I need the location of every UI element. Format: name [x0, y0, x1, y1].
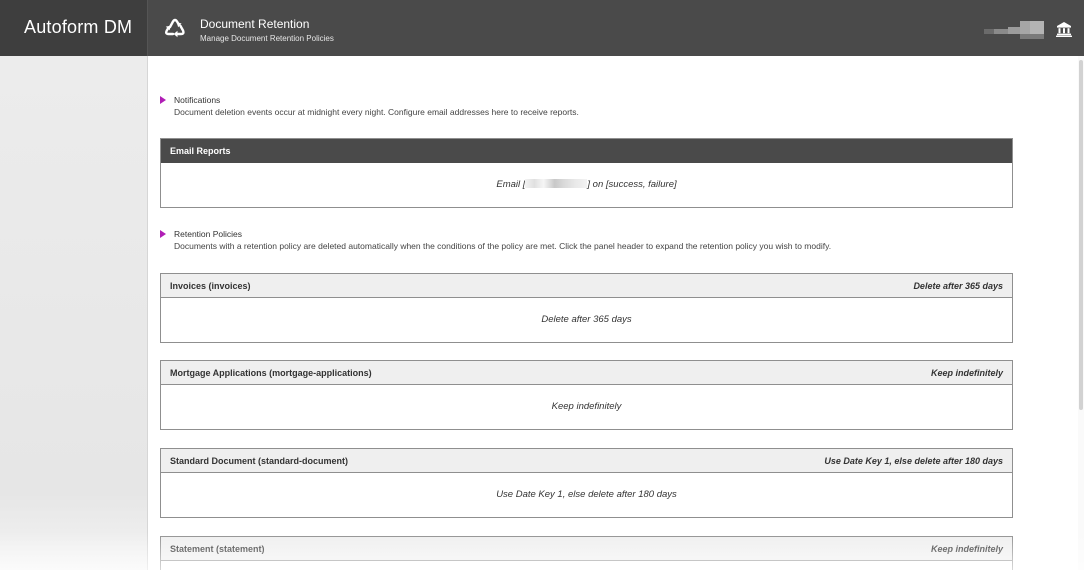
policy-summary: Keep indefinitely: [930, 544, 1003, 554]
retention-title: Retention Policies: [174, 229, 243, 239]
caret-right-icon: [160, 230, 166, 238]
policy-summary: Keep indefinitely: [930, 368, 1003, 378]
policy-header[interactable]: Invoices (invoices) Delete after 365 day…: [161, 274, 1012, 298]
brand-logo[interactable]: Autoform DM: [0, 0, 148, 56]
policy-name: Statement (statement): [170, 544, 265, 554]
page-scrollbar[interactable]: [1078, 56, 1084, 570]
caret-right-icon: [160, 96, 166, 104]
policy-header[interactable]: Standard Document (standard-document) Us…: [161, 449, 1012, 473]
policy-body: Delete after 365 days: [161, 298, 1012, 342]
email-reports-header[interactable]: Email Reports: [161, 139, 1012, 163]
email-reports-title: Email Reports: [170, 146, 231, 156]
email-report-rule: Email [ ] on [success, failure]: [161, 179, 1012, 190]
bank-icon[interactable]: [1056, 21, 1072, 37]
page-subtitle: Manage Document Retention Policies: [200, 34, 334, 43]
policy-body: [161, 561, 1012, 570]
recycle-icon: [164, 18, 185, 38]
policy-name: Standard Document (standard-document): [170, 456, 349, 466]
policy-body: Keep indefinitely: [161, 385, 1012, 429]
policy-name: Mortgage Applications (mortgage-applicat…: [170, 368, 372, 378]
sidebar: [0, 56, 148, 570]
policy-name: Invoices (invoices): [170, 281, 251, 291]
scrollbar-thumb[interactable]: [1079, 60, 1083, 410]
policy-panel-statement: Statement (statement) Keep indefinitely: [160, 536, 1013, 570]
policy-rule: Keep indefinitely: [551, 401, 622, 412]
top-bar: Autoform DM Document Retention Manage Do…: [0, 0, 1084, 56]
email-rule-suffix: ] on [success, failure]: [587, 179, 677, 190]
notifications-title: Notifications: [174, 95, 221, 105]
policy-panel-invoices: Invoices (invoices) Delete after 365 day…: [160, 273, 1013, 343]
policy-summary: Use Date Key 1, else delete after 180 da…: [824, 456, 1003, 466]
user-menu[interactable]: [984, 21, 1044, 39]
notifications-description: Document deletion events occur at midnig…: [174, 107, 579, 117]
policy-body: Use Date Key 1, else delete after 180 da…: [161, 473, 1012, 517]
policy-panel-mortgage-applications: Mortgage Applications (mortgage-applicat…: [160, 360, 1013, 430]
policy-header[interactable]: Mortgage Applications (mortgage-applicat…: [161, 361, 1012, 385]
brand-name: Autoform DM: [24, 17, 133, 37]
policy-rule: Use Date Key 1, else delete after 180 da…: [496, 489, 677, 500]
policy-rule: Delete after 365 days: [541, 314, 632, 325]
email-rule-prefix: Email [: [496, 179, 526, 190]
page-title: Document Retention: [200, 17, 310, 31]
email-reports-panel: Email Reports Email [ ] on [success, fail…: [160, 138, 1013, 208]
policy-panel-standard-document: Standard Document (standard-document) Us…: [160, 448, 1013, 518]
email-address-redacted: [525, 179, 588, 188]
policy-summary: Delete after 365 days: [913, 281, 1003, 291]
policy-header[interactable]: Statement (statement) Keep indefinitely: [161, 537, 1012, 561]
retention-description: Documents with a retention policy are de…: [174, 241, 832, 251]
email-reports-body: Email [ ] on [success, failure]: [161, 163, 1012, 207]
